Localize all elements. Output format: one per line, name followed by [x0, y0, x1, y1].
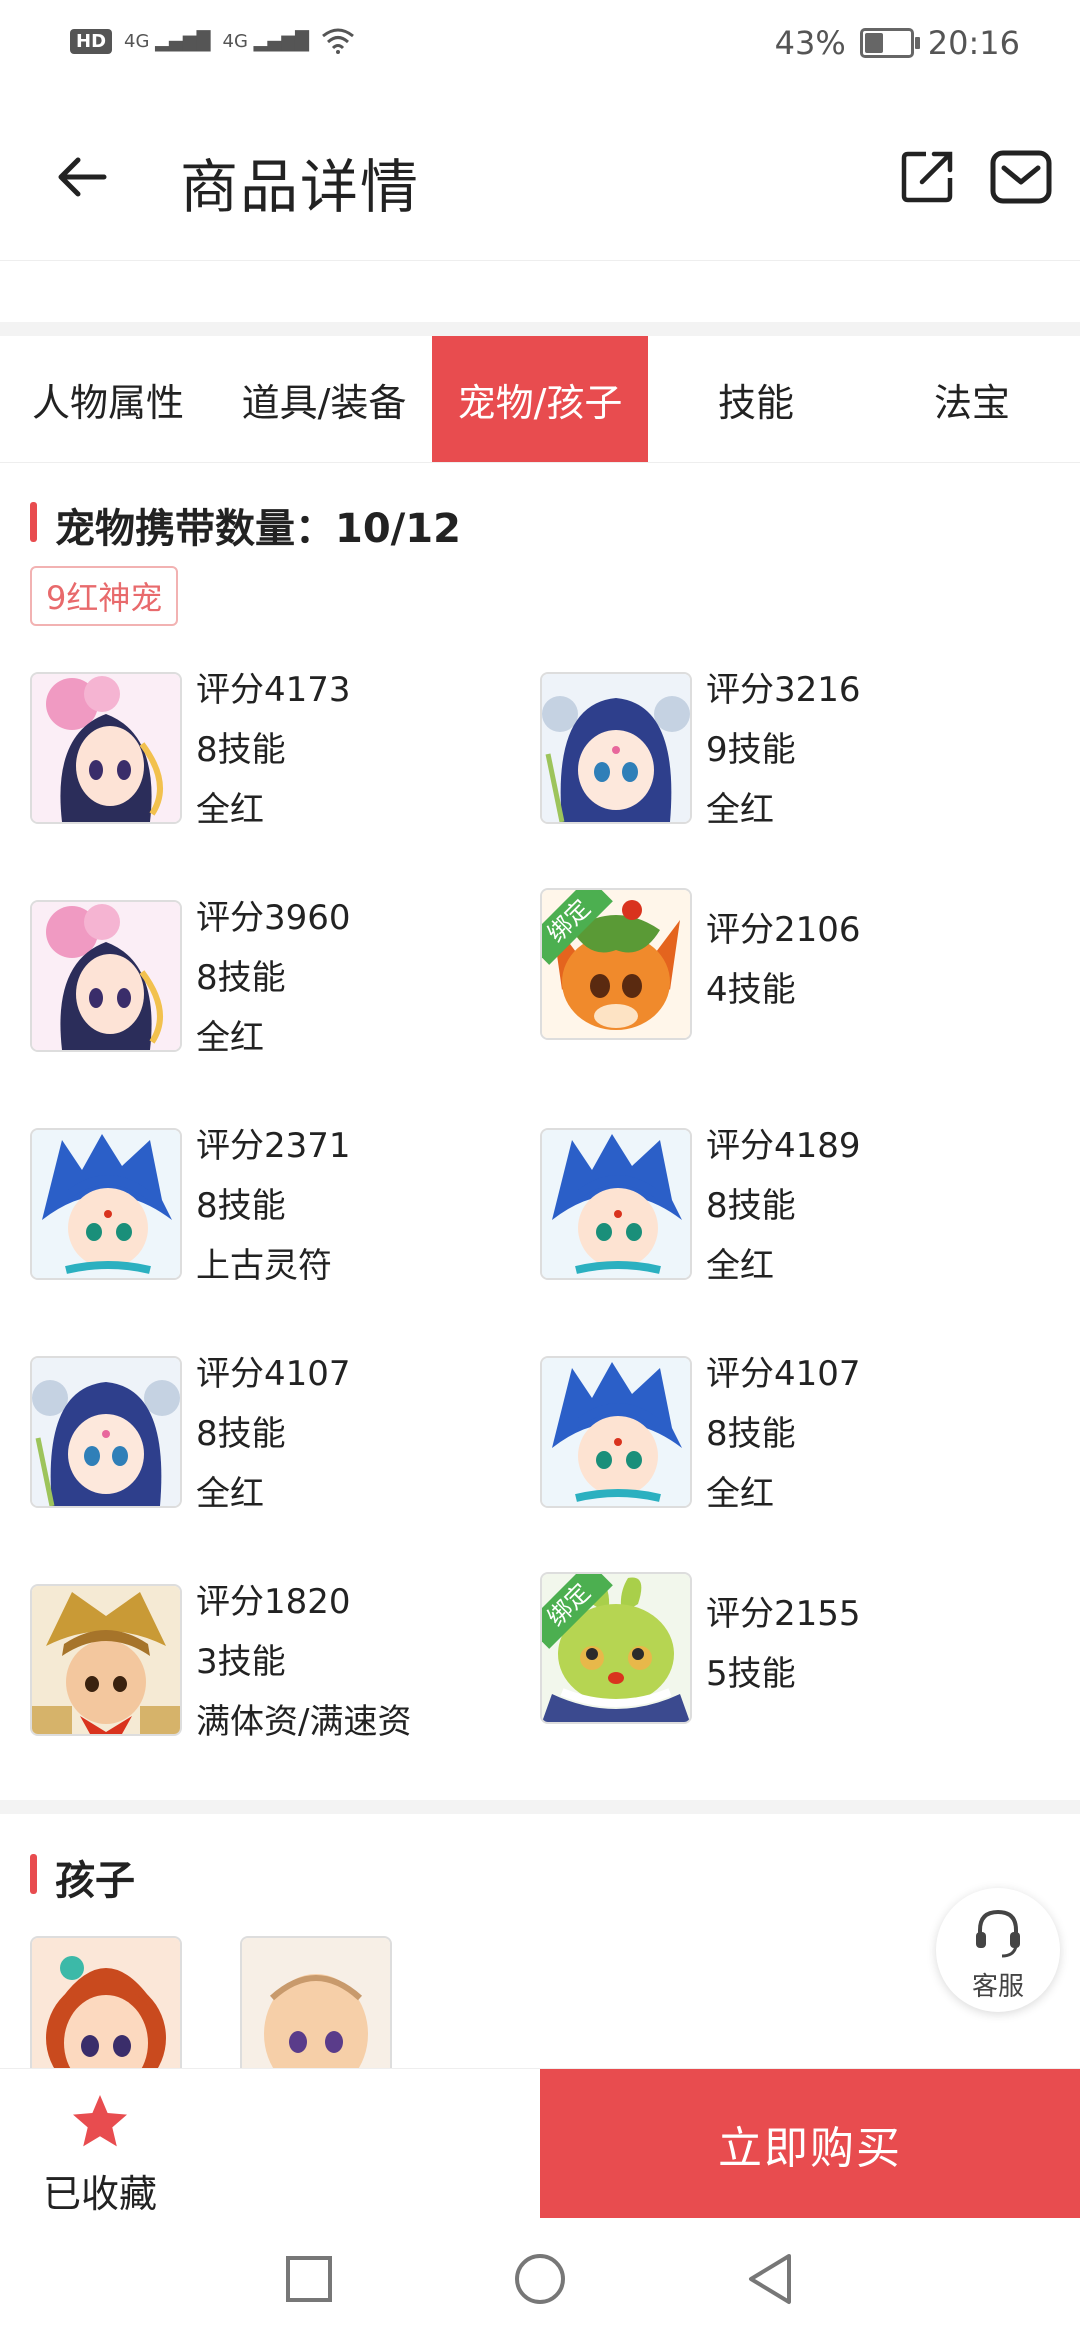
- pet-skills: 5技能: [706, 1654, 796, 1694]
- tab-items[interactable]: 道具/装备: [216, 336, 432, 462]
- pet-note: 全红: [706, 790, 774, 830]
- system-navigation-bar: [0, 2218, 1080, 2340]
- pet-score: 评分4189: [706, 1126, 861, 1166]
- pet-info: 评分4173 8技能全红: [196, 660, 351, 840]
- clipped-row: [0, 250, 1080, 261]
- pet-card[interactable]: 评分4173 8技能全红: [30, 670, 530, 842]
- pets-section-title: 宠物携带数量：10/12: [30, 496, 461, 554]
- pet-card[interactable]: 绑定 评分2155 5技能: [540, 1572, 1040, 1742]
- pet-tag-badge: 9红神宠: [30, 566, 179, 626]
- pet-card[interactable]: 评分1820 3技能满体资/满速资: [30, 1582, 530, 1754]
- pet-info: 评分3960 8技能全红: [196, 888, 351, 1068]
- pet-skills: 4技能: [706, 970, 796, 1010]
- pet-skills: 8技能: [196, 1186, 286, 1226]
- section-divider: [0, 1800, 1080, 1814]
- battery-icon: [859, 28, 920, 58]
- pet-card[interactable]: 评分2371 8技能上古灵符: [30, 1126, 530, 1298]
- pet-skills: 8技能: [196, 1414, 286, 1454]
- favorite-button[interactable]: 已收藏: [30, 2087, 170, 2216]
- share-icon[interactable]: [900, 148, 956, 204]
- pet-skills: 8技能: [706, 1186, 796, 1226]
- pet-info: 评分3216 9技能全红: [706, 660, 861, 840]
- pet-skills: 3技能: [196, 1642, 286, 1682]
- pet-note: 上古灵符: [196, 1246, 332, 1286]
- pet-avatar[interactable]: [30, 672, 182, 824]
- pet-skills: 9技能: [706, 730, 796, 770]
- pet-info: 评分4107 8技能全红: [706, 1344, 861, 1524]
- kids-section-title: 孩子: [30, 1848, 135, 1906]
- pet-note: 全红: [706, 1246, 774, 1286]
- pet-card[interactable]: 绑定 评分2106 4技能: [540, 888, 1040, 1058]
- pet-note: 满体资/满速资: [196, 1702, 412, 1742]
- pet-score: 评分2155: [706, 1594, 861, 1634]
- pet-card[interactable]: 评分3216 9技能全红: [540, 670, 1040, 842]
- pet-info: 评分2371 8技能上古灵符: [196, 1116, 351, 1296]
- service-label: 客服: [971, 1972, 1024, 2002]
- tab-treasures[interactable]: 法宝: [864, 336, 1080, 462]
- status-bar: HD 4G ▂▄▆█ 4G ▂▄▆█ 43% 20:16: [0, 0, 1080, 90]
- page-title: 商品详情: [180, 153, 421, 221]
- back-nav-icon[interactable]: [745, 2252, 795, 2306]
- pet-skills: 8技能: [196, 730, 286, 770]
- pet-skills: 8技能: [706, 1414, 796, 1454]
- kid-avatar[interactable]: [240, 1936, 392, 2088]
- buy-now-button[interactable]: 立即购买: [540, 2069, 1080, 2219]
- favorite-label: 已收藏: [42, 2172, 157, 2216]
- pet-score: 评分2371: [196, 1126, 351, 1166]
- pet-avatar[interactable]: [540, 672, 692, 824]
- pet-score: 评分3216: [706, 670, 861, 710]
- pet-avatar[interactable]: [30, 1128, 182, 1280]
- pet-info: 评分2106 4技能: [706, 900, 861, 1020]
- headset-icon: [976, 1909, 1020, 1958]
- pet-avatar[interactable]: [30, 900, 182, 1052]
- pet-info: 评分4189 8技能全红: [706, 1116, 861, 1296]
- pet-note: 全红: [196, 1474, 264, 1514]
- clock: 20:16: [927, 24, 1020, 62]
- signal-icon-2: 4G ▂▄▆█: [222, 30, 310, 52]
- wifi-icon: [322, 28, 354, 54]
- pet-avatar[interactable]: [30, 1356, 182, 1508]
- star-icon: [73, 2095, 127, 2147]
- pet-avatar[interactable]: 绑定: [540, 888, 692, 1040]
- pet-score: 评分1820: [196, 1582, 351, 1622]
- section-divider: [0, 322, 1080, 336]
- home-icon[interactable]: [513, 2252, 567, 2306]
- pet-avatar[interactable]: [540, 1128, 692, 1280]
- pet-note: 全红: [196, 790, 264, 830]
- hd-indicator: HD: [70, 28, 113, 54]
- customer-service-button[interactable]: 客服: [936, 1888, 1060, 2012]
- pet-score: 评分4107: [706, 1354, 861, 1394]
- back-arrow-icon[interactable]: [48, 142, 118, 212]
- pet-info: 评分4107 8技能全红: [196, 1344, 351, 1524]
- top-nav-bar: 商品详情: [0, 100, 1080, 250]
- pet-skills: 8技能: [196, 958, 286, 998]
- pet-avatar[interactable]: [540, 1356, 692, 1508]
- pet-info: 评分2155 5技能: [706, 1584, 861, 1704]
- tab-attributes[interactable]: 人物属性: [0, 336, 216, 462]
- pet-score: 评分4173: [196, 670, 351, 710]
- pet-score: 评分2106: [706, 910, 861, 950]
- pet-avatar[interactable]: [30, 1584, 182, 1736]
- pet-note: 全红: [706, 1474, 774, 1514]
- pet-avatar[interactable]: 绑定: [540, 1572, 692, 1724]
- pet-score: 评分4107: [196, 1354, 351, 1394]
- pet-note: 全红: [196, 1018, 264, 1058]
- tab-pets[interactable]: 宠物/孩子: [432, 336, 648, 462]
- pet-card[interactable]: 评分4107 8技能全红: [540, 1354, 1040, 1526]
- kid-avatar[interactable]: [30, 1936, 182, 2088]
- pet-card[interactable]: 评分4107 8技能全红: [30, 1354, 530, 1526]
- tab-skills[interactable]: 技能: [648, 336, 864, 462]
- bottom-action-bar: 已收藏 立即购买: [0, 2068, 1080, 2219]
- signal-icon-1: 4G ▂▄▆█: [124, 30, 211, 52]
- battery-percent: 43%: [774, 24, 846, 62]
- pet-card[interactable]: 评分3960 8技能全红: [30, 898, 530, 1070]
- pet-info: 评分1820 3技能满体资/满速资: [196, 1572, 411, 1752]
- recent-apps-icon[interactable]: [284, 2254, 334, 2304]
- pet-score: 评分3960: [196, 898, 351, 938]
- category-tabs: 人物属性 道具/装备 宠物/孩子 技能 法宝: [0, 336, 1080, 463]
- pet-card[interactable]: 评分4189 8技能全红: [540, 1126, 1040, 1298]
- message-icon[interactable]: [990, 150, 1052, 204]
